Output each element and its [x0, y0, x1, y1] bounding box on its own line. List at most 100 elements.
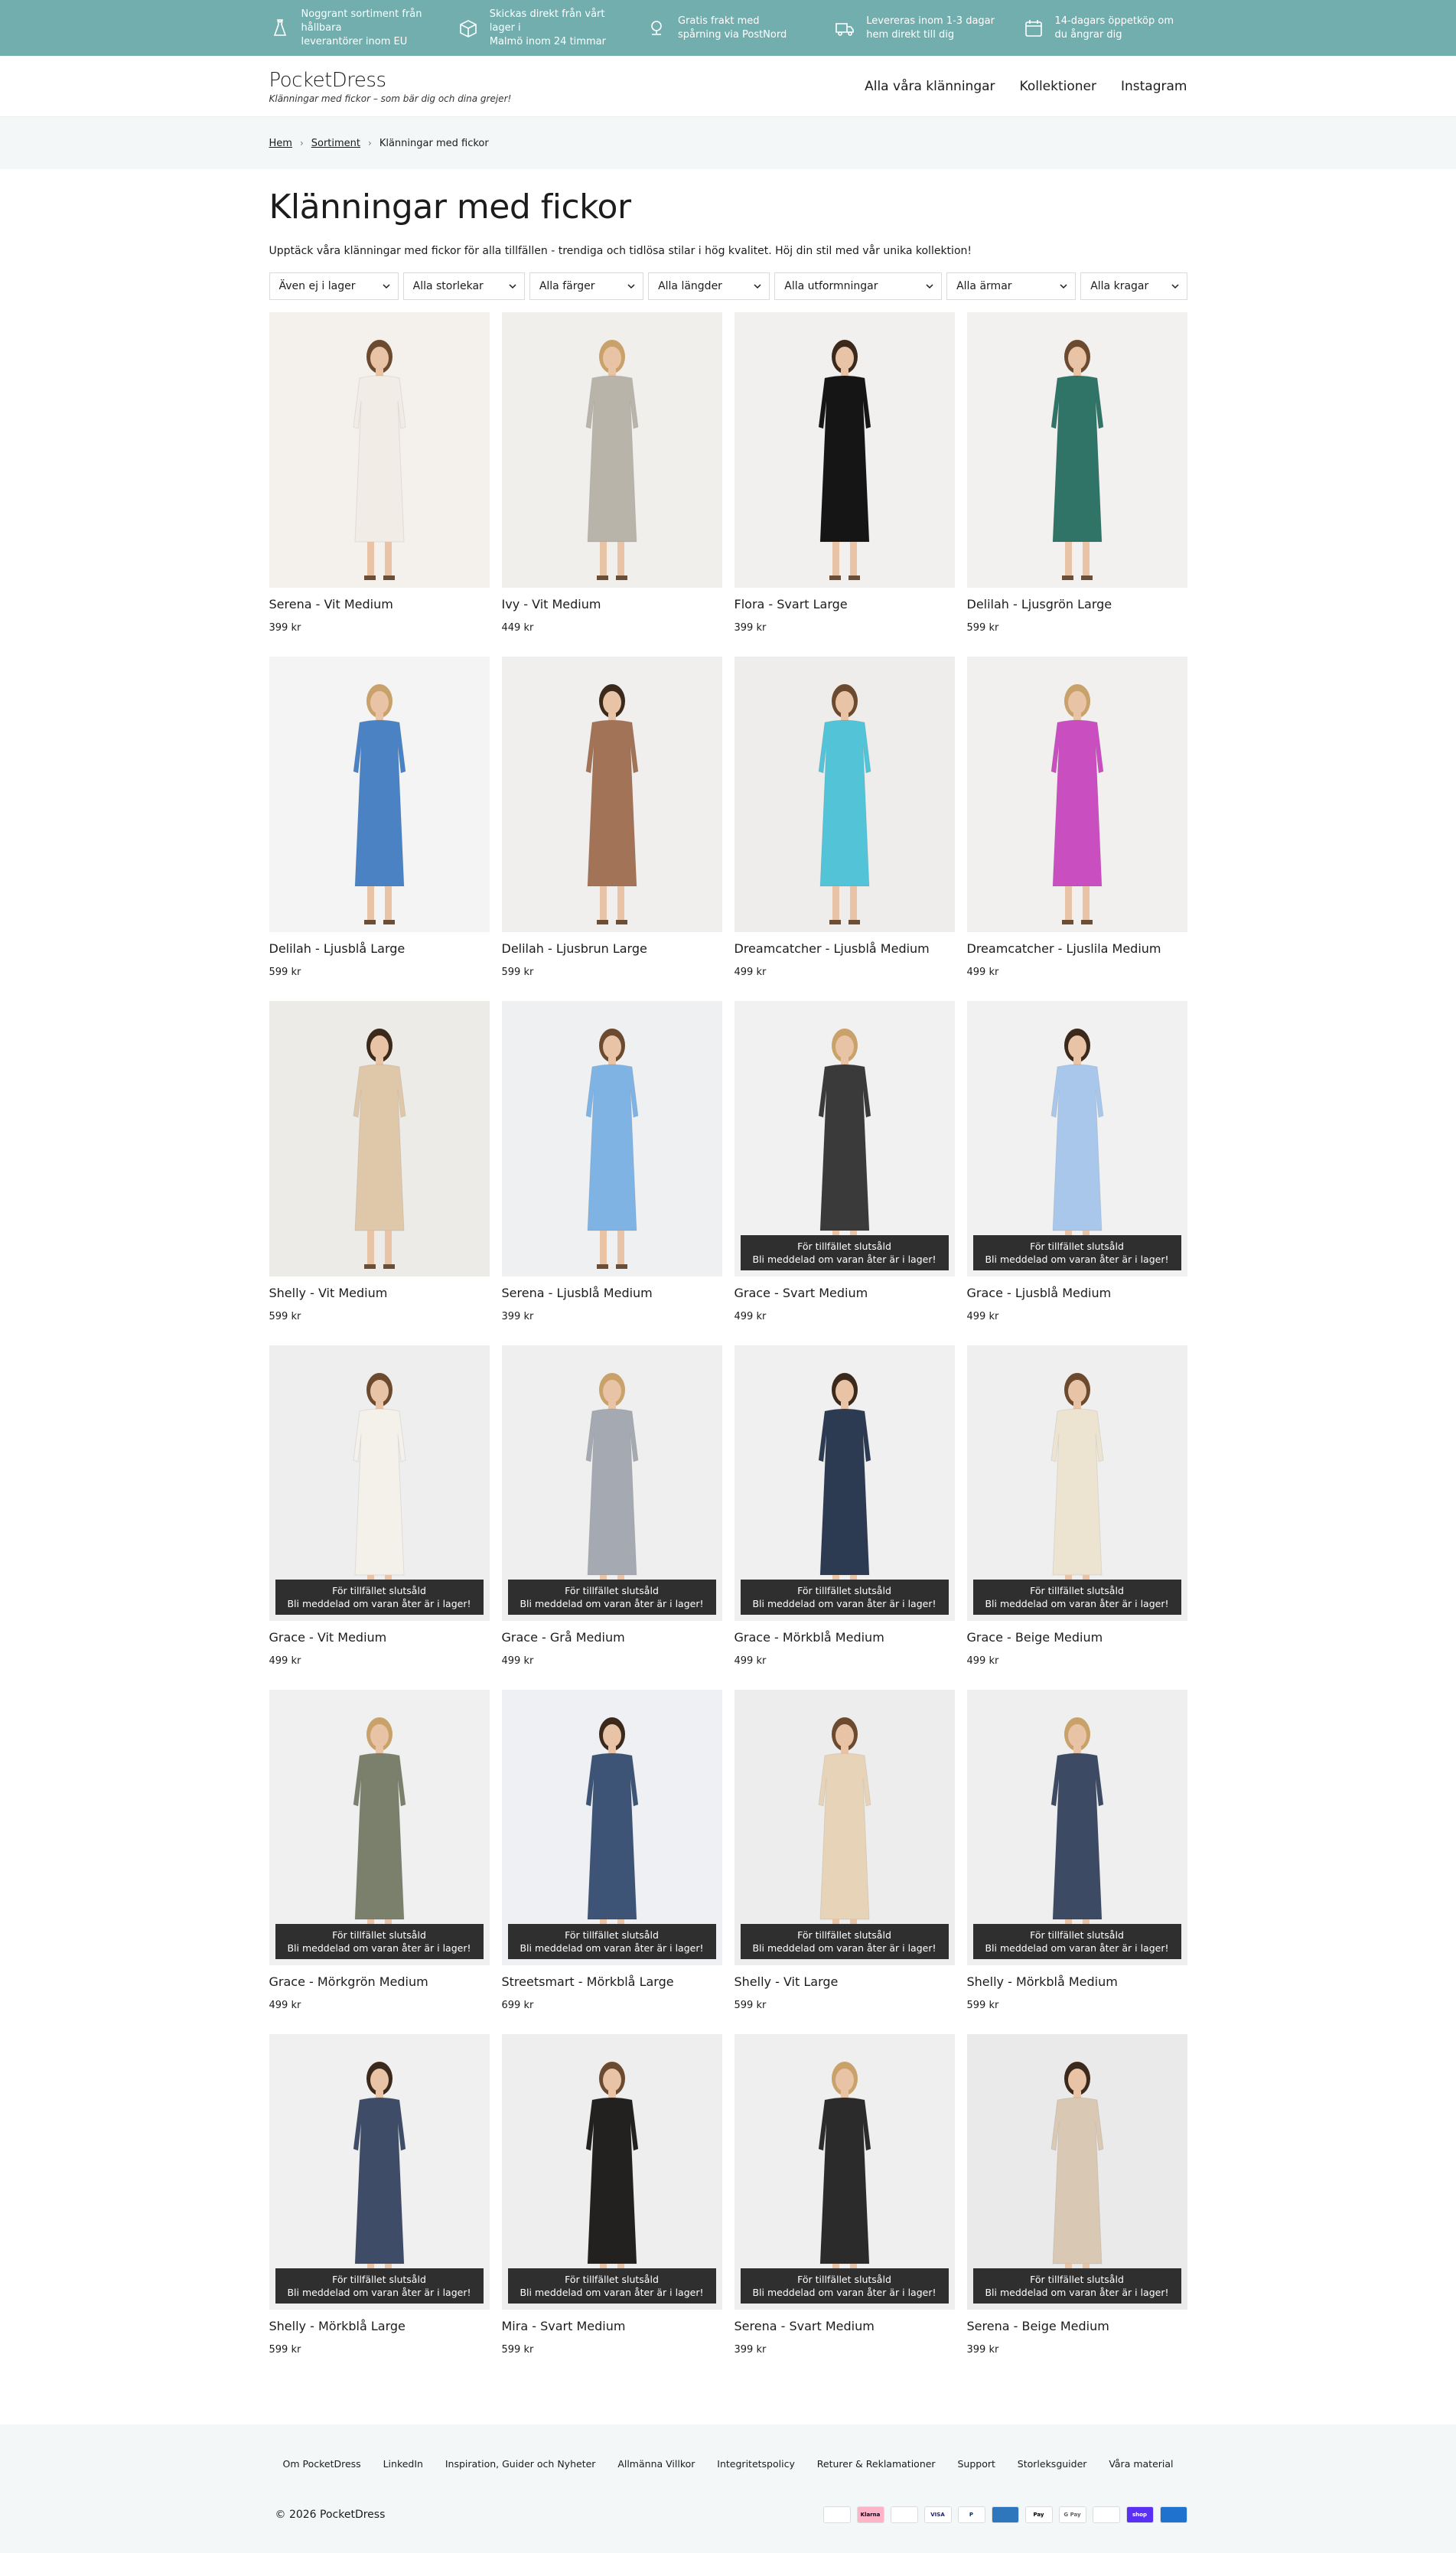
footer-link[interactable]: Om PocketDress [283, 2458, 361, 2470]
product-name[interactable]: Grace - Beige Medium [967, 1630, 1187, 1645]
filter-dropdown[interactable]: Alla ärmar [946, 272, 1077, 300]
product-image[interactable] [551, 328, 673, 588]
footer-link[interactable]: Storleksguider [1018, 2458, 1087, 2470]
product-card[interactable]: Dreamcatcher - Ljusblå Medium 499 kr [734, 657, 955, 1001]
notify-me-link[interactable]: Bli meddelad om varan åter är i lager! [973, 2286, 1181, 2299]
soldout-badge[interactable]: För tillfället slutsåld Bli meddelad om v… [740, 1235, 949, 1270]
product-thumb[interactable] [269, 657, 490, 932]
product-thumb[interactable]: För tillfället slutsåld Bli meddelad om v… [501, 1345, 722, 1621]
notify-me-link[interactable]: Bli meddelad om varan åter är i lager! [973, 1942, 1181, 1955]
product-thumb[interactable] [501, 1001, 722, 1276]
filter-dropdown[interactable]: Alla kragar [1080, 272, 1187, 300]
product-image[interactable] [783, 328, 906, 588]
product-name[interactable]: Grace - Ljusblå Medium [967, 1286, 1187, 1300]
product-thumb[interactable]: För tillfället slutsåld Bli meddelad om v… [734, 1345, 955, 1621]
product-card[interactable]: Delilah - Ljusgrön Large 599 kr [966, 312, 1187, 657]
soldout-badge[interactable]: För tillfället slutsåld Bli meddelad om v… [972, 1924, 1181, 1959]
product-image[interactable] [551, 1016, 673, 1276]
notify-me-link[interactable]: Bli meddelad om varan åter är i lager! [973, 1597, 1181, 1610]
soldout-badge[interactable]: För tillfället slutsåld Bli meddelad om v… [275, 2268, 484, 2304]
footer-link[interactable]: Våra material [1109, 2458, 1173, 2470]
nav-all-dresses[interactable]: Alla våra klänningar [865, 79, 995, 94]
product-card[interactable]: Flora - Svart Large 399 kr [734, 312, 955, 657]
product-thumb[interactable]: För tillfället slutsåld Bli meddelad om v… [966, 2034, 1187, 2310]
product-thumb[interactable]: För tillfället slutsåld Bli meddelad om v… [734, 1001, 955, 1276]
notify-me-link[interactable]: Bli meddelad om varan åter är i lager! [275, 1942, 484, 1955]
product-image[interactable] [1016, 672, 1138, 932]
product-thumb[interactable] [734, 657, 955, 932]
product-card[interactable]: För tillfället slutsåld Bli meddelad om v… [966, 1690, 1187, 2034]
soldout-badge[interactable]: För tillfället slutsåld Bli meddelad om v… [740, 2268, 949, 2304]
soldout-badge[interactable]: För tillfället slutsåld Bli meddelad om v… [972, 2268, 1181, 2304]
filter-dropdown[interactable]: Alla längder [648, 272, 770, 300]
product-card[interactable]: För tillfället slutsåld Bli meddelad om v… [734, 1001, 955, 1345]
footer-link[interactable]: Returer & Reklamationer [817, 2458, 936, 2470]
notify-me-link[interactable]: Bli meddelad om varan åter är i lager! [741, 1942, 949, 1955]
product-card[interactable]: Delilah - Ljusblå Large 599 kr [269, 657, 490, 1001]
footer-link[interactable]: Support [957, 2458, 995, 2470]
product-name[interactable]: Ivy - Vit Medium [502, 597, 722, 611]
product-card[interactable]: För tillfället slutsåld Bli meddelad om v… [734, 2034, 955, 2379]
product-name[interactable]: Shelly - Vit Large [735, 1974, 955, 1989]
soldout-badge[interactable]: För tillfället slutsåld Bli meddelad om v… [740, 1580, 949, 1615]
product-card[interactable]: För tillfället slutsåld Bli meddelad om v… [966, 1345, 1187, 1690]
filter-dropdown[interactable]: Alla färger [529, 272, 644, 300]
soldout-badge[interactable]: För tillfället slutsåld Bli meddelad om v… [275, 1580, 484, 1615]
product-name[interactable]: Grace - Mörkgrön Medium [269, 1974, 490, 1989]
notify-me-link[interactable]: Bli meddelad om varan åter är i lager! [508, 2286, 716, 2299]
soldout-badge[interactable]: För tillfället slutsåld Bli meddelad om v… [972, 1580, 1181, 1615]
product-card[interactable]: Dreamcatcher - Ljuslila Medium 499 kr [966, 657, 1187, 1001]
product-image[interactable] [318, 328, 441, 588]
product-name[interactable]: Grace - Grå Medium [502, 1630, 722, 1645]
product-thumb[interactable]: För tillfället slutsåld Bli meddelad om v… [269, 2034, 490, 2310]
notify-me-link[interactable]: Bli meddelad om varan åter är i lager! [741, 1253, 949, 1266]
product-image[interactable] [783, 672, 906, 932]
product-thumb[interactable]: För tillfället slutsåld Bli meddelad om v… [269, 1345, 490, 1621]
soldout-badge[interactable]: För tillfället slutsåld Bli meddelad om v… [507, 1580, 716, 1615]
product-thumb[interactable] [501, 657, 722, 932]
product-name[interactable]: Streetsmart - Mörkblå Large [502, 1974, 722, 1989]
product-name[interactable]: Serena - Beige Medium [967, 2319, 1187, 2333]
soldout-badge[interactable]: För tillfället slutsåld Bli meddelad om v… [972, 1235, 1181, 1270]
product-card[interactable]: Ivy - Vit Medium 449 kr [501, 312, 722, 657]
product-card[interactable]: För tillfället slutsåld Bli meddelad om v… [501, 1345, 722, 1690]
product-thumb[interactable]: För tillfället slutsåld Bli meddelad om v… [966, 1001, 1187, 1276]
notify-me-link[interactable]: Bli meddelad om varan åter är i lager! [741, 2286, 949, 2299]
product-card[interactable]: För tillfället slutsåld Bli meddelad om v… [734, 1345, 955, 1690]
product-name[interactable]: Flora - Svart Large [735, 597, 955, 611]
product-name[interactable]: Serena - Ljusblå Medium [502, 1286, 722, 1300]
product-card[interactable]: För tillfället slutsåld Bli meddelad om v… [966, 1001, 1187, 1345]
footer-link[interactable]: Integritetspolicy [717, 2458, 795, 2470]
soldout-badge[interactable]: För tillfället slutsåld Bli meddelad om v… [507, 1924, 716, 1959]
product-name[interactable]: Dreamcatcher - Ljusblå Medium [735, 941, 955, 956]
product-name[interactable]: Shelly - Mörkblå Medium [967, 1974, 1187, 1989]
notify-me-link[interactable]: Bli meddelad om varan åter är i lager! [508, 1597, 716, 1610]
product-name[interactable]: Mira - Svart Medium [502, 2319, 722, 2333]
product-name[interactable]: Shelly - Mörkblå Large [269, 2319, 490, 2333]
product-name[interactable]: Delilah - Ljusgrön Large [967, 597, 1187, 611]
product-name[interactable]: Delilah - Ljusbrun Large [502, 941, 722, 956]
notify-me-link[interactable]: Bli meddelad om varan åter är i lager! [741, 1597, 949, 1610]
product-thumb[interactable] [734, 312, 955, 588]
product-thumb[interactable]: För tillfället slutsåld Bli meddelad om v… [734, 1690, 955, 1965]
product-card[interactable]: För tillfället slutsåld Bli meddelad om v… [966, 2034, 1187, 2379]
product-thumb[interactable] [269, 1001, 490, 1276]
product-image[interactable] [318, 672, 441, 932]
soldout-badge[interactable]: För tillfället slutsåld Bli meddelad om v… [275, 1924, 484, 1959]
footer-link[interactable]: Inspiration, Guider och Nyheter [445, 2458, 596, 2470]
nav-instagram[interactable]: Instagram [1121, 79, 1187, 94]
product-card[interactable]: För tillfället slutsåld Bli meddelad om v… [269, 1345, 490, 1690]
product-thumb[interactable]: För tillfället slutsåld Bli meddelad om v… [501, 2034, 722, 2310]
product-card[interactable]: För tillfället slutsåld Bli meddelad om v… [501, 1690, 722, 2034]
product-card[interactable]: Serena - Ljusblå Medium 399 kr [501, 1001, 722, 1345]
product-name[interactable]: Grace - Mörkblå Medium [735, 1630, 955, 1645]
product-card[interactable]: För tillfället slutsåld Bli meddelad om v… [501, 2034, 722, 2379]
product-name[interactable]: Serena - Svart Medium [735, 2319, 955, 2333]
logo[interactable]: PocketDress Klänningar med fickor – som … [269, 69, 512, 104]
product-image[interactable] [318, 1016, 441, 1276]
product-card[interactable]: Delilah - Ljusbrun Large 599 kr [501, 657, 722, 1001]
product-card[interactable]: För tillfället slutsåld Bli meddelad om v… [269, 1690, 490, 2034]
footer-link[interactable]: LinkedIn [383, 2458, 423, 2470]
notify-me-link[interactable]: Bli meddelad om varan åter är i lager! [973, 1253, 1181, 1266]
breadcrumb-sortiment[interactable]: Sortiment [311, 138, 360, 149]
